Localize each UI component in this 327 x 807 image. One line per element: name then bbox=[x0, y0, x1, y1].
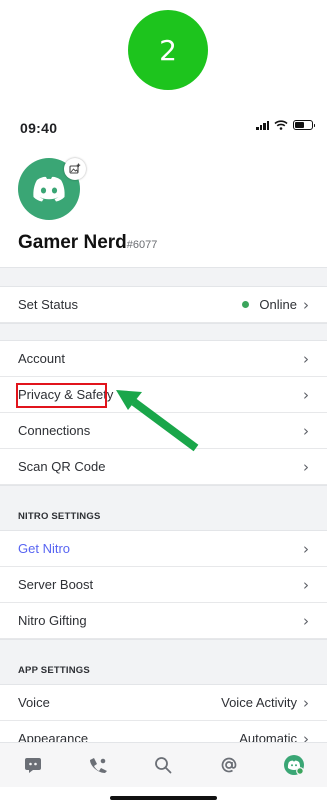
voice-label: Voice bbox=[18, 695, 50, 710]
section-divider bbox=[0, 323, 327, 341]
set-status-row[interactable]: Set Status Online › bbox=[0, 287, 327, 323]
home-icon bbox=[24, 758, 41, 773]
account-row[interactable]: Account › bbox=[0, 341, 327, 377]
get-nitro-label: Get Nitro bbox=[18, 541, 71, 556]
username: Gamer Nerd bbox=[18, 232, 127, 253]
chevron-right-icon: › bbox=[303, 575, 309, 594]
account-label: Account bbox=[18, 351, 65, 366]
status-value-text: Online bbox=[259, 297, 297, 312]
tab-friends[interactable] bbox=[78, 747, 118, 783]
profile-avatar[interactable] bbox=[18, 158, 86, 224]
chevron-right-icon: › bbox=[303, 611, 309, 630]
bottom-tab-bar bbox=[0, 742, 327, 787]
chevron-right-icon: › bbox=[303, 349, 309, 368]
mentions-icon bbox=[221, 757, 237, 773]
user-discriminator: #6077 bbox=[126, 239, 158, 251]
voice-row[interactable]: Voice Voice Activity › bbox=[0, 685, 327, 721]
tab-search[interactable] bbox=[143, 747, 183, 783]
search-icon bbox=[155, 757, 172, 774]
change-avatar-icon[interactable] bbox=[64, 158, 86, 180]
chevron-right-icon: › bbox=[303, 385, 309, 404]
chevron-right-icon: › bbox=[303, 693, 309, 712]
wifi-icon bbox=[274, 120, 288, 130]
step-number-badge: 2 bbox=[128, 10, 208, 90]
tab-home[interactable] bbox=[13, 747, 53, 783]
scan-qr-code-label: Scan QR Code bbox=[18, 459, 106, 474]
highlight-box bbox=[16, 383, 107, 408]
tab-profile[interactable] bbox=[274, 747, 314, 783]
status-icons bbox=[256, 120, 315, 130]
online-status-dot bbox=[242, 301, 250, 308]
status-value: Online bbox=[242, 297, 297, 312]
server-boost-label: Server Boost bbox=[18, 577, 94, 592]
cellular-signal-icon bbox=[256, 120, 269, 130]
set-status-label: Set Status bbox=[18, 297, 78, 312]
section-divider bbox=[0, 267, 327, 287]
voice-value: Voice Activity bbox=[221, 695, 297, 710]
chevron-right-icon: › bbox=[303, 421, 309, 440]
pointer-arrow-icon bbox=[116, 390, 199, 452]
discord-logo-icon bbox=[33, 176, 65, 202]
home-indicator bbox=[110, 796, 217, 800]
chevron-right-icon: › bbox=[303, 295, 309, 314]
nitro-gifting-label: Nitro Gifting bbox=[18, 613, 87, 628]
chevron-right-icon: › bbox=[303, 539, 309, 558]
nitro-gifting-row[interactable]: Nitro Gifting › bbox=[0, 603, 327, 639]
friends-icon bbox=[90, 758, 108, 773]
nitro-settings-header: NITRO SETTINGS bbox=[0, 485, 327, 531]
battery-icon bbox=[293, 120, 315, 130]
get-nitro-row[interactable]: Get Nitro › bbox=[0, 531, 327, 567]
status-bar: 09:40 bbox=[0, 112, 327, 142]
server-boost-row[interactable]: Server Boost › bbox=[0, 567, 327, 603]
profile-icon bbox=[284, 755, 305, 775]
status-time: 09:40 bbox=[20, 120, 58, 136]
chevron-right-icon: › bbox=[303, 457, 309, 476]
app-settings-header: APP SETTINGS bbox=[0, 639, 327, 685]
username-row: Gamer Nerd #6077 bbox=[18, 232, 157, 254]
tab-mentions[interactable] bbox=[209, 747, 249, 783]
